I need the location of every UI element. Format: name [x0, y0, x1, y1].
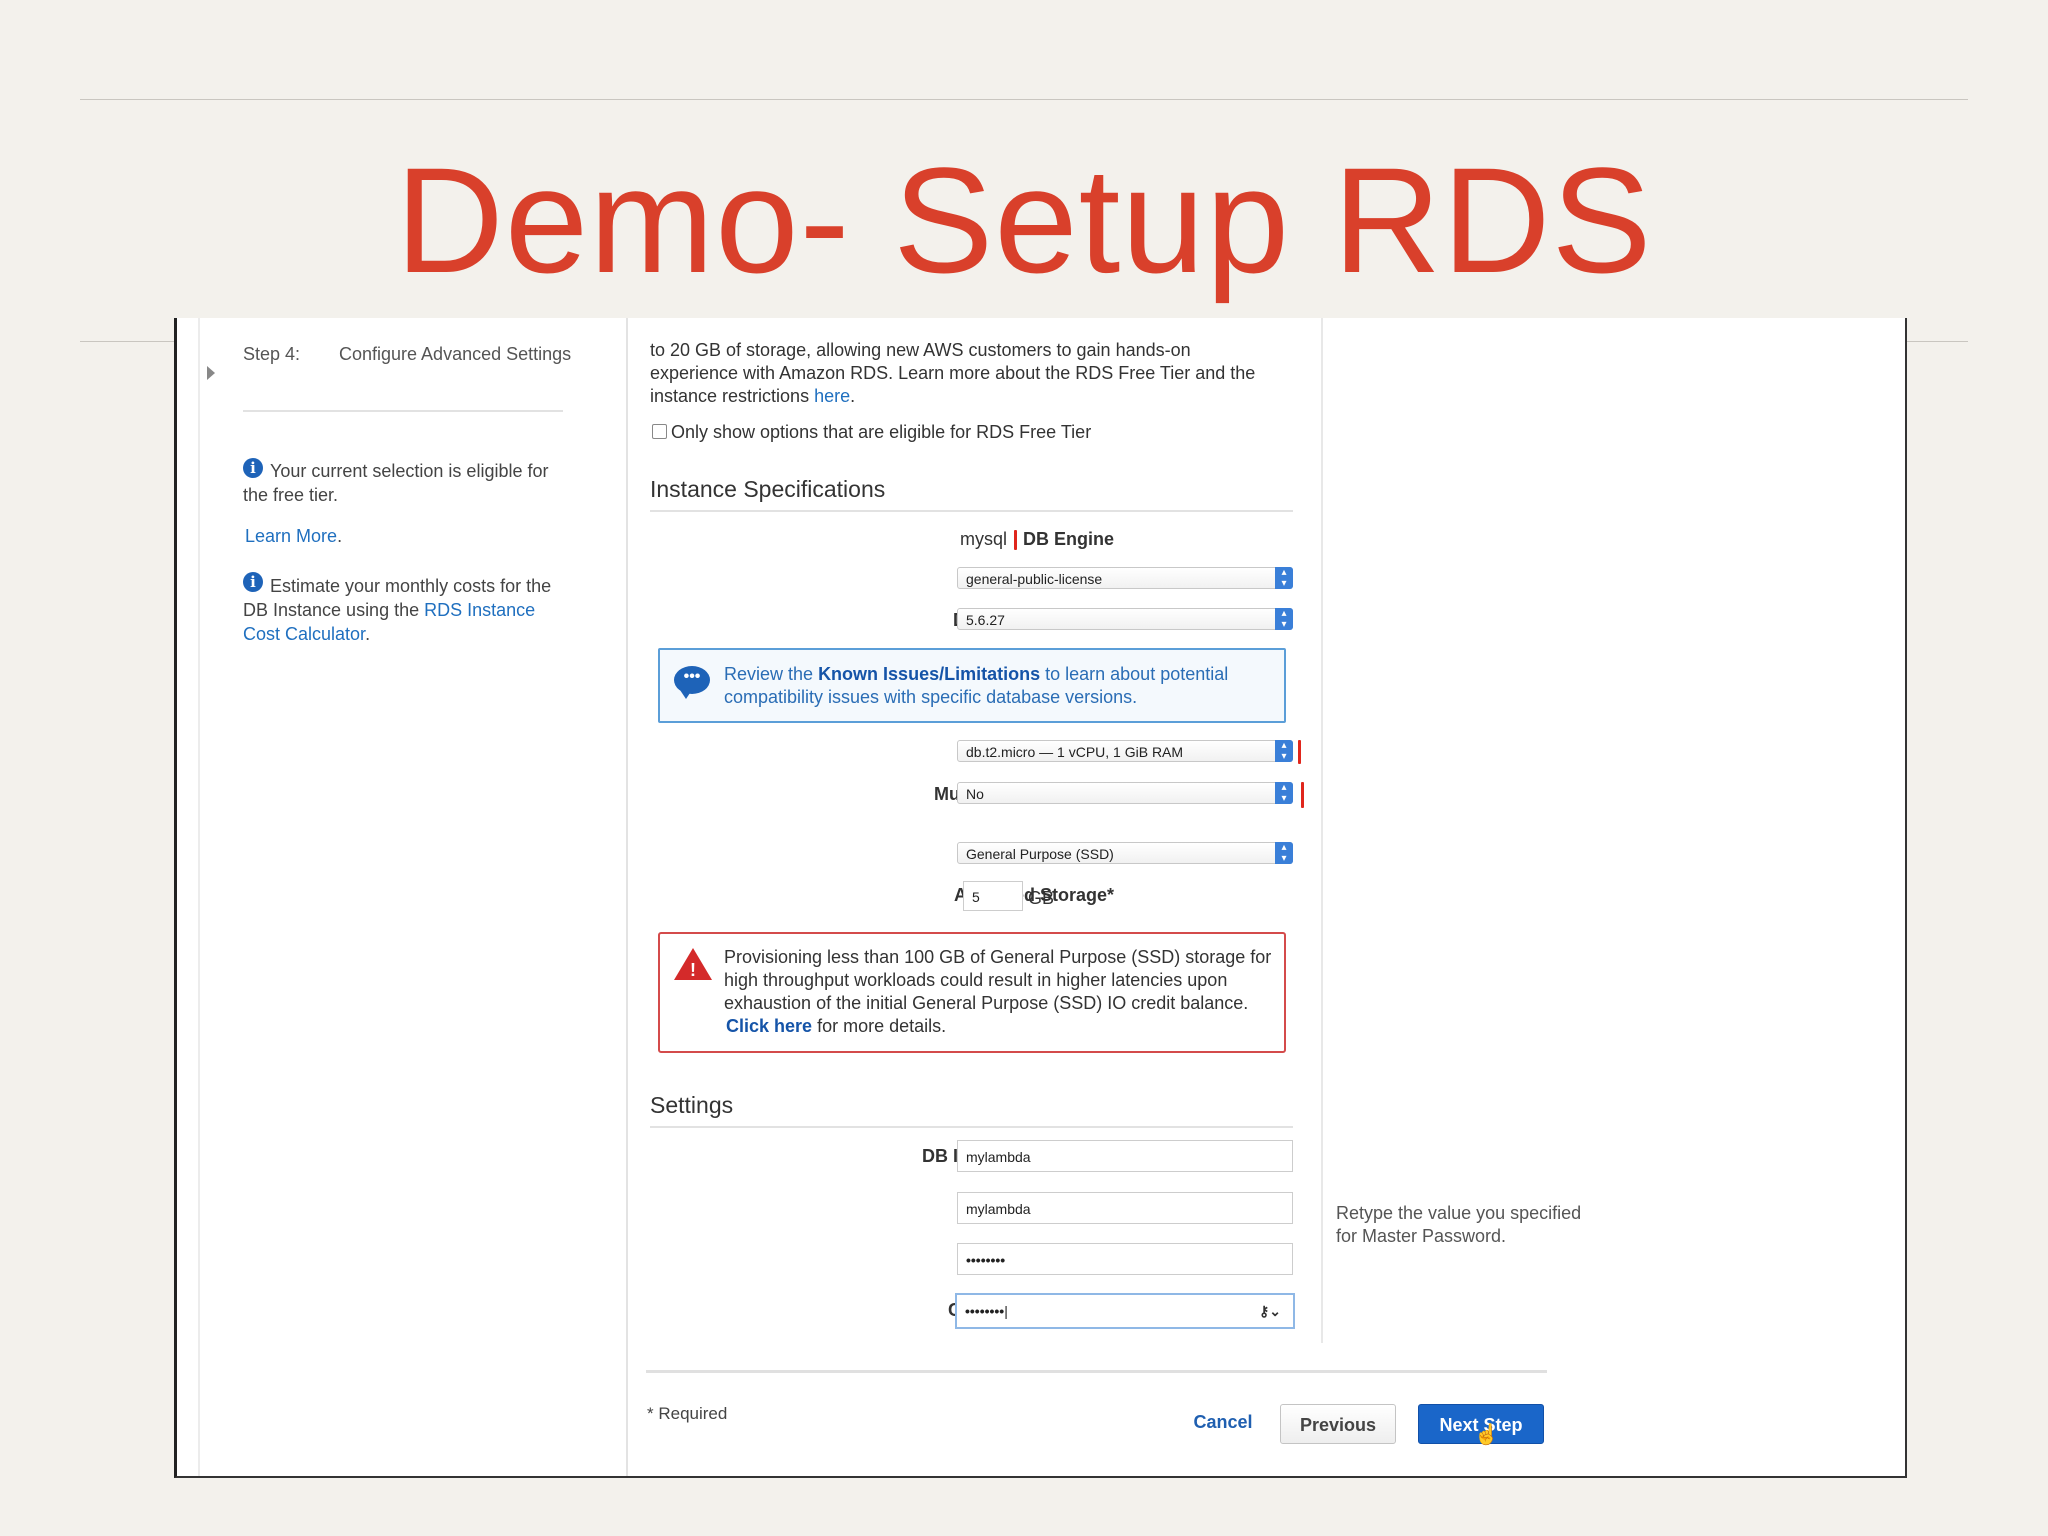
period: . — [337, 526, 343, 546]
annotation-mark — [1014, 530, 1017, 550]
multi-az-value: No — [966, 786, 984, 802]
estimate-prefix: DB Instance using the — [243, 600, 420, 620]
warning-line2: high throughput workloads could result i… — [724, 970, 1228, 990]
info-icon: i — [243, 458, 263, 478]
confirm-password-value: •••••••• — [965, 1303, 1005, 1319]
here-link[interactable]: here — [814, 386, 850, 406]
free-tier-note-line2: the free tier. — [243, 485, 339, 505]
instance-class-select[interactable]: db.t2.micro — 1 vCPU, 1 GiB RAM ▴ ▾ — [957, 740, 1293, 762]
warning-exclamation: ! — [690, 960, 696, 980]
select-chevron-icon: ▴ ▾ — [1275, 842, 1293, 864]
instance-spec-divider — [650, 510, 1293, 512]
estimate-line1: Estimate your monthly costs for the — [270, 576, 552, 596]
cancel-button[interactable]: Cancel — [1183, 1402, 1263, 1442]
select-chevron-icon: ▴ ▾ — [1275, 567, 1293, 589]
identifier-input[interactable]: mylambda — [957, 1140, 1293, 1172]
sidebar-separator — [626, 318, 628, 1476]
known-issues-info-box: ••• Review the Known Issues/Limitations … — [658, 648, 1286, 723]
warning-suffix: for more details. — [817, 1016, 947, 1036]
known-issues-prefix: Review the — [724, 664, 814, 684]
known-issues-line2: compatibility issues with specific datab… — [724, 687, 1138, 707]
engine-version-value: 5.6.27 — [966, 612, 1005, 628]
confirm-help-line1: Retype the value you specified — [1336, 1203, 1582, 1223]
settings-title: Settings — [650, 1092, 734, 1118]
confirm-help-line2: for Master Password. — [1336, 1226, 1507, 1246]
free-tier-note-line1: Your current selection is eligible for — [270, 461, 549, 481]
learn-more-link[interactable]: Learn More — [245, 526, 337, 546]
learn-more-row: Learn More. — [245, 524, 342, 548]
period: . — [850, 386, 856, 406]
expand-arrow-icon[interactable] — [207, 366, 215, 380]
sidebar-divider — [243, 410, 563, 412]
free-tier-line2: experience with Amazon RDS. Learn more a… — [650, 363, 1256, 383]
content-right-border — [1321, 318, 1323, 1343]
step-label: Step 4: — [243, 344, 301, 364]
allocated-storage-input[interactable]: 5 — [963, 881, 1023, 911]
required-note: * Required — [647, 1404, 728, 1423]
engine-version-select[interactable]: 5.6.27 ▴ ▾ — [957, 608, 1293, 630]
step-name: Configure Advanced Settings — [339, 344, 572, 364]
select-chevron-icon: ▴ ▾ — [1275, 782, 1293, 804]
chat-bubble-tail — [680, 690, 692, 699]
estimate-line3: Cost Calculator. — [243, 622, 370, 646]
warning-line3: exhaustion of the initial General Purpos… — [724, 993, 1249, 1013]
storage-type-value: General Purpose (SSD) — [966, 846, 1114, 862]
instance-spec-title: Instance Specifications — [650, 476, 886, 502]
storage-warning-box: ! Provisioning less than 100 GB of Gener… — [658, 932, 1286, 1053]
estimate-line2: DB Instance using the RDS Instance — [243, 598, 535, 622]
settings-divider — [650, 1126, 1293, 1128]
known-issues-suffix: to learn about potential — [1045, 664, 1229, 684]
select-chevron-icon: ▴ ▾ — [1275, 608, 1293, 630]
slide-title: Demo- Setup RDS — [395, 136, 1653, 304]
top-rule — [80, 99, 1968, 100]
db-engine-value: mysql — [960, 529, 1008, 549]
hand-cursor-icon: ☝ — [1474, 1424, 1499, 1446]
free-tier-line3: instance restrictions here. — [650, 384, 855, 408]
warning-line1: Provisioning less than 100 GB of General… — [724, 947, 1272, 967]
free-tier-checkbox-label: Only show options that are eligible for … — [671, 422, 1092, 442]
password-input[interactable]: •••••••• — [957, 1243, 1293, 1275]
confirm-password-input[interactable]: ••••••••| ⚷⌄ — [955, 1293, 1295, 1329]
click-here-link[interactable]: Click here — [726, 1016, 812, 1036]
storage-type-select[interactable]: General Purpose (SSD) ▴ ▾ — [957, 842, 1293, 864]
rds-console-screenshot: Step 4: Configure Advanced Settings i Yo… — [174, 318, 1907, 1478]
free-tier-line1: to 20 GB of storage, allowing new AWS cu… — [650, 340, 1191, 360]
multi-az-select[interactable]: No ▴ ▾ — [957, 782, 1293, 804]
sidebar-collapse-strip — [198, 318, 200, 1476]
known-issues-link[interactable]: Known Issues/Limitations — [818, 664, 1040, 684]
warning-line4: Click here for more details. — [726, 1015, 946, 1039]
previous-button[interactable]: Previous — [1280, 1404, 1396, 1444]
restrictions-prefix: instance restrictions — [650, 386, 810, 406]
rds-calculator-link-cont[interactable]: Cost Calculator — [243, 624, 365, 644]
username-input[interactable]: mylambda — [957, 1192, 1293, 1224]
key-icon[interactable]: ⚷⌄ — [1259, 1295, 1281, 1327]
license-model-select[interactable]: general-public-license ▴ ▾ — [957, 567, 1293, 589]
instance-class-value: db.t2.micro — 1 vCPU, 1 GiB RAM — [966, 744, 1184, 760]
rds-calculator-link[interactable]: RDS Instance — [424, 600, 535, 620]
select-chevron-icon: ▴ ▾ — [1275, 740, 1293, 762]
annotation-mark — [1301, 782, 1304, 808]
info-icon: i — [243, 572, 263, 592]
annotation-mark — [1298, 740, 1301, 764]
text-cursor: | — [1004, 1303, 1008, 1319]
period: . — [365, 624, 371, 644]
allocated-storage-unit: GB — [1028, 888, 1055, 908]
footer-divider — [646, 1370, 1547, 1373]
free-tier-checkbox[interactable] — [652, 424, 667, 439]
known-issues-line1: Review the Known Issues/Limitations to l… — [724, 663, 1228, 687]
license-model-value: general-public-license — [966, 571, 1103, 587]
